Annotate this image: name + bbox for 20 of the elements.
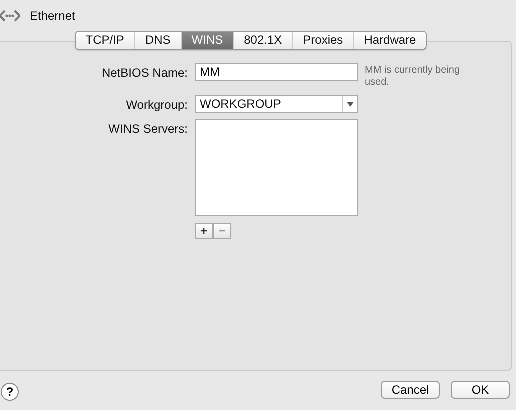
dropdown-arrow-icon — [346, 102, 354, 106]
field-label: NetBIOS Name: — [100, 65, 188, 80]
netbios-name-field[interactable]: MM — [195, 63, 358, 81]
field-label: WINS Servers: — [108, 121, 188, 136]
wins-servers-list[interactable] — [195, 119, 358, 216]
window-title: Ethernet — [30, 9, 76, 23]
dialog-button[interactable]: OK — [451, 381, 510, 399]
tab[interactable]: WINS — [182, 32, 234, 49]
tab[interactable]: Proxies — [293, 32, 354, 49]
dialog-button[interactable]: Cancel — [381, 381, 440, 399]
add-button[interactable]: + — [195, 223, 213, 239]
network-arrows-icon — [0, 8, 22, 24]
tab[interactable]: 802.1X — [234, 32, 294, 49]
status-note: MM is currently being used. — [365, 64, 462, 89]
workgroup-combo[interactable]: WORKGROUP — [195, 95, 358, 113]
tab[interactable]: DNS — [135, 32, 182, 49]
tab[interactable]: Hardware — [354, 32, 426, 49]
field-label: Workgroup: — [125, 97, 188, 112]
tab[interactable]: TCP/IP — [76, 32, 136, 49]
help-button[interactable]: ? — [1, 383, 19, 401]
